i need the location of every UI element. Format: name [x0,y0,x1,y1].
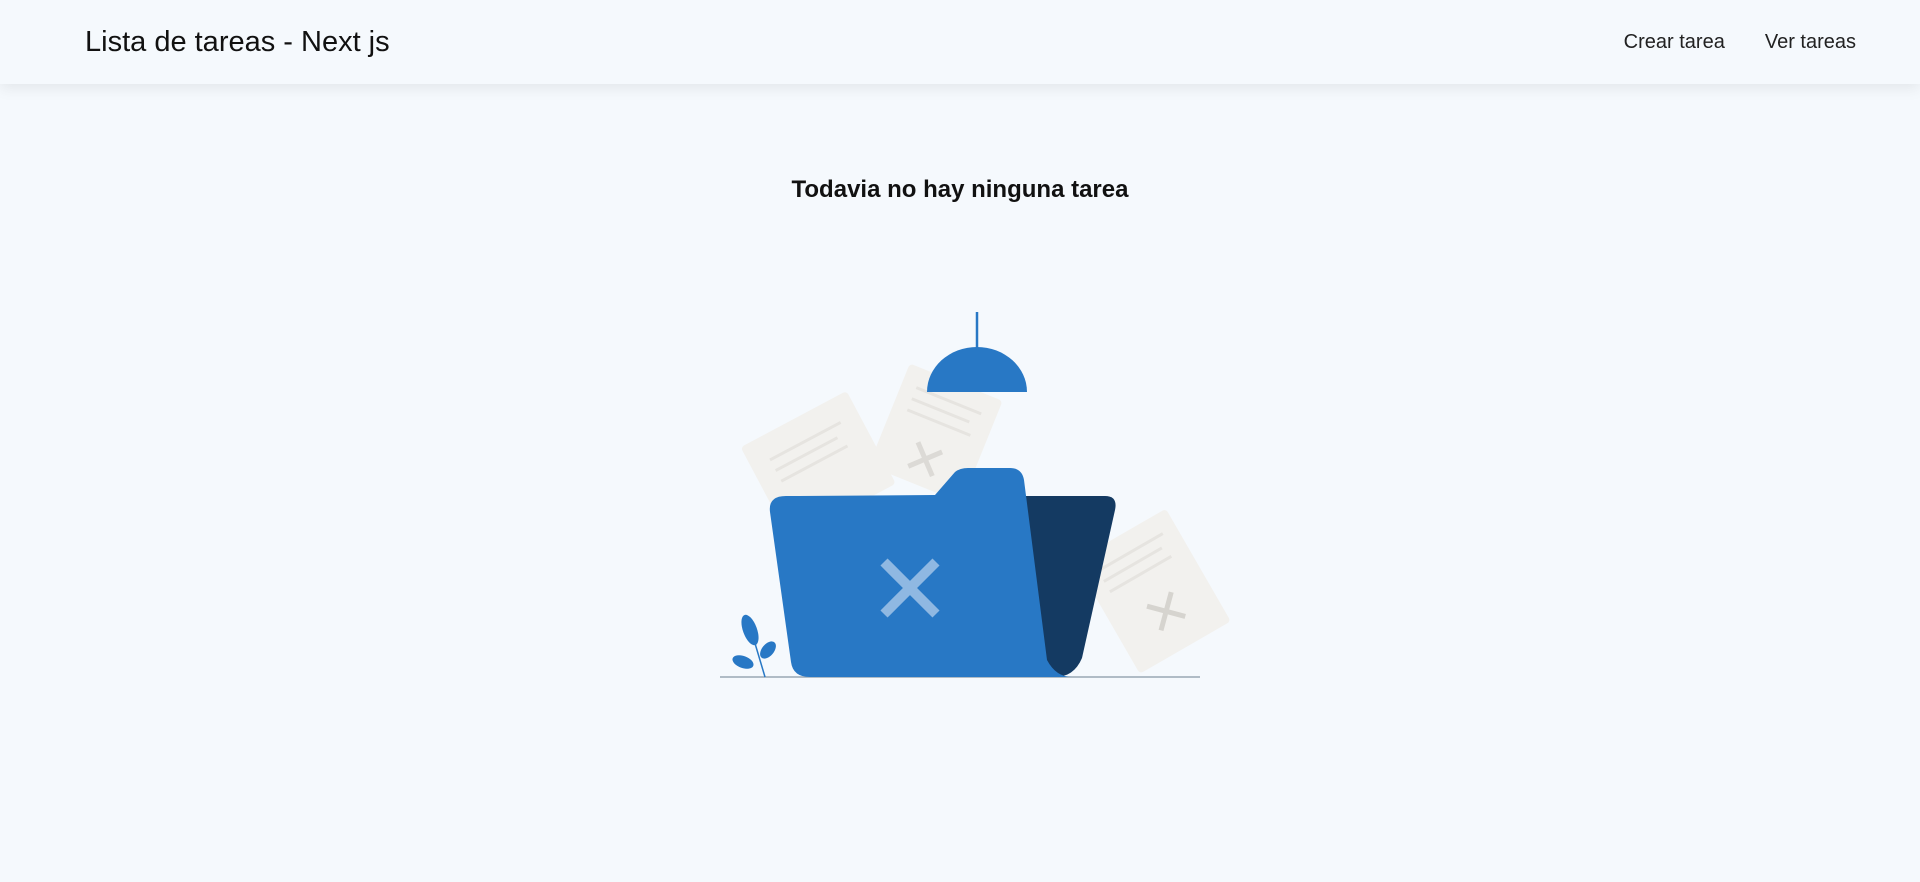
empty-folder-icon [720,312,1230,678]
nav-view-tasks-link[interactable]: Ver tareas [1765,28,1856,56]
empty-state-message: Todavia no hay ninguna tarea [791,176,1129,203]
brand-link[interactable]: Lista de tareas - Next js [85,22,390,62]
plant [732,614,776,678]
lamp-shade [927,347,1027,392]
navbar: Lista de tareas - Next js Crear tarea Ve… [0,0,1920,84]
nav-create-task-link[interactable]: Crear tarea [1624,28,1725,56]
nav-links: Crear tarea Ver tareas [1624,28,1856,56]
